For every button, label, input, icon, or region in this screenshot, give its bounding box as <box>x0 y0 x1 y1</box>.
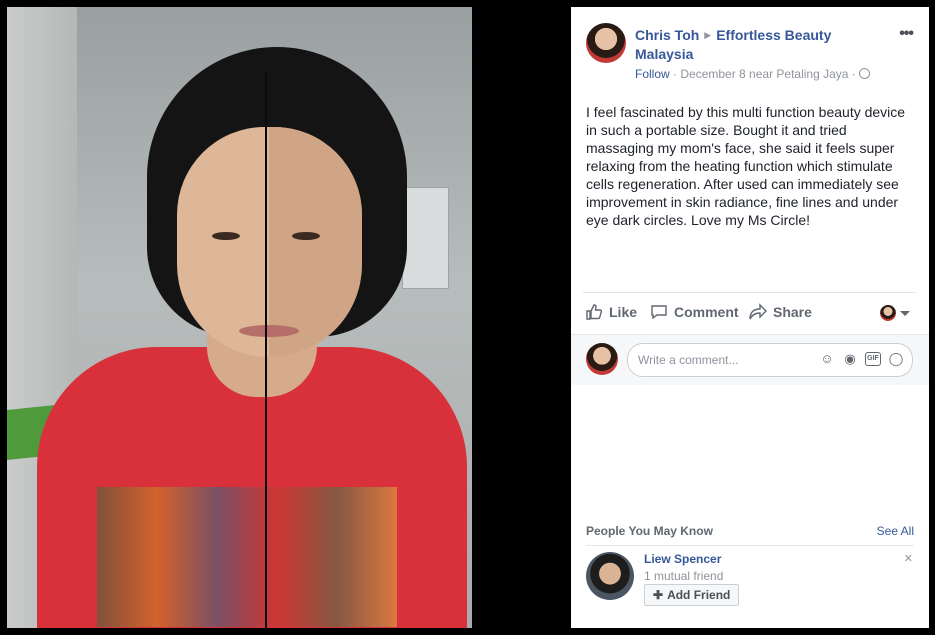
comment-box[interactable]: ☺ ◉ GIF ◯ <box>627 343 913 377</box>
friend-avatar[interactable] <box>586 552 634 600</box>
photo-comparison-divider <box>265 72 267 628</box>
globe-icon <box>858 68 870 79</box>
close-icon[interactable]: ✕ <box>904 552 913 565</box>
post-timestamp-location[interactable]: December 8 near Petaling Jaya · <box>680 67 855 81</box>
commenter-avatar <box>586 343 618 375</box>
comment-composer: ☺ ◉ GIF ◯ <box>571 334 929 385</box>
add-friend-button[interactable]: ✚ Add Friend <box>644 584 740 606</box>
photo-left-eye <box>212 232 240 240</box>
follow-link[interactable]: Follow <box>635 67 670 81</box>
post-as-selector[interactable] <box>880 305 910 321</box>
see-all-link[interactable]: See All <box>877 524 914 538</box>
thumbs-up-icon <box>586 304 603 320</box>
divider <box>586 545 914 546</box>
share-arrow-icon <box>749 303 767 320</box>
emoji-icon[interactable]: ☺ <box>819 351 835 367</box>
post-panel: Chris Toh ▶ Effortless Beauty Malaysia Fol… <box>571 7 929 628</box>
comment-input[interactable] <box>636 350 810 370</box>
meta-separator: · <box>669 67 681 81</box>
author-name[interactable]: Chris Toh <box>635 27 699 43</box>
post-photo[interactable] <box>7 7 472 628</box>
share-button[interactable]: Share <box>749 303 812 321</box>
post-meta: Follow · December 8 near Petaling Jaya · <box>635 67 870 81</box>
post-header: Chris Toh ▶ Effortless Beauty Malaysia <box>635 26 885 64</box>
like-label: Like <box>609 304 638 320</box>
photo-background-fridge <box>402 187 449 289</box>
shared-to-arrow-icon: ▶ <box>704 30 712 40</box>
photo-mouth <box>239 325 299 337</box>
friend-mutual-count[interactable]: 1 mutual friend <box>644 569 723 583</box>
camera-icon[interactable]: ◉ <box>842 351 858 367</box>
share-label: Share <box>773 304 812 320</box>
pymk-title: People You May Know <box>586 524 713 538</box>
speech-bubble-icon <box>651 305 667 320</box>
post-actions-bar: Like Comment Share <box>583 292 916 335</box>
sticker-icon[interactable]: ◯ <box>888 351 904 367</box>
chevron-down-icon <box>900 310 910 316</box>
photo-shirt-pattern <box>97 487 397 627</box>
comment-tools: ☺ ◉ GIF ◯ <box>819 351 904 367</box>
photo-right-eye <box>292 232 320 240</box>
post-text: I feel fascinated by this multi function… <box>586 104 906 228</box>
more-options-icon[interactable]: ••• <box>899 25 914 43</box>
post-as-avatar <box>880 305 896 321</box>
friend-name[interactable]: Liew Spencer <box>644 552 721 566</box>
gif-icon[interactable]: GIF <box>865 352 881 366</box>
add-friend-label: Add Friend <box>667 588 731 602</box>
author-avatar[interactable] <box>586 23 626 63</box>
comment-button[interactable]: Comment <box>650 303 739 321</box>
like-button[interactable]: Like <box>585 303 637 321</box>
comment-label: Comment <box>674 304 739 320</box>
add-person-icon: ✚ <box>653 588 664 602</box>
